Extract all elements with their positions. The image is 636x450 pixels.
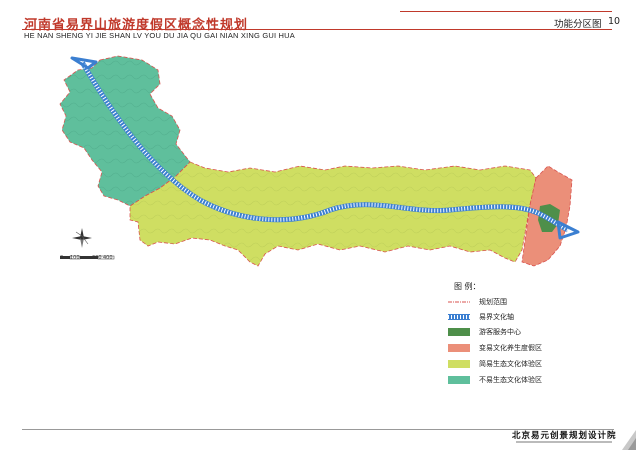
legend-item-axis: 易界文化轴 bbox=[448, 311, 608, 323]
scale-tick-400: 400 bbox=[103, 255, 113, 261]
title-underline bbox=[22, 29, 612, 30]
legend-item-simple-eco: 简易生态文化体验区 bbox=[448, 358, 608, 370]
change-resort-swatch bbox=[448, 344, 470, 352]
legend-label: 规划范围 bbox=[479, 298, 507, 306]
legend-label: 不易生态文化体验区 bbox=[479, 376, 542, 384]
legend-item-constant-eco: 不易生态文化体验区 bbox=[448, 374, 608, 386]
title-red-rule bbox=[400, 11, 612, 12]
north-arrow-icon bbox=[72, 228, 92, 248]
organization-subline bbox=[516, 441, 612, 443]
page-number: 10 bbox=[608, 16, 621, 27]
scale-tick-0: 0 bbox=[60, 255, 64, 261]
legend-item-boundary: 规划范围 bbox=[448, 296, 608, 308]
boundary-swatch bbox=[448, 301, 470, 303]
organization-logo-text: 北京易元创景规划设计院 bbox=[512, 431, 617, 441]
scale-tick-100: 100 bbox=[70, 255, 80, 261]
axis-swatch bbox=[448, 314, 470, 320]
legend-item-visitor-center: 游客服务中心 bbox=[448, 326, 608, 338]
legend-title: 图 例： bbox=[454, 282, 481, 291]
simple-eco-swatch bbox=[448, 360, 470, 368]
visitor-center-swatch bbox=[448, 328, 470, 336]
legend-label: 游客服务中心 bbox=[479, 328, 521, 336]
corner-decoration bbox=[622, 430, 636, 450]
map-label: 功能分区图 bbox=[554, 19, 602, 30]
legend-label: 易界文化轴 bbox=[479, 313, 514, 321]
legend-label: 变易文化养生度假区 bbox=[479, 344, 542, 352]
zone-simple-eco-terrain bbox=[130, 162, 536, 266]
title-block: 河南省易界山旅游度假区概念性规划 功能分区图 10 HE NAN SHENG Y… bbox=[0, 0, 636, 40]
legend-label: 简易生态文化体验区 bbox=[479, 360, 542, 368]
legend-item-change-resort: 变易文化养生度假区 bbox=[448, 342, 608, 354]
scale-tick-300: 300 bbox=[92, 255, 102, 261]
plan-title-pinyin: HE NAN SHENG YI JIE SHAN LV YOU DU JIA Q… bbox=[24, 31, 295, 40]
constant-eco-swatch bbox=[448, 376, 470, 384]
